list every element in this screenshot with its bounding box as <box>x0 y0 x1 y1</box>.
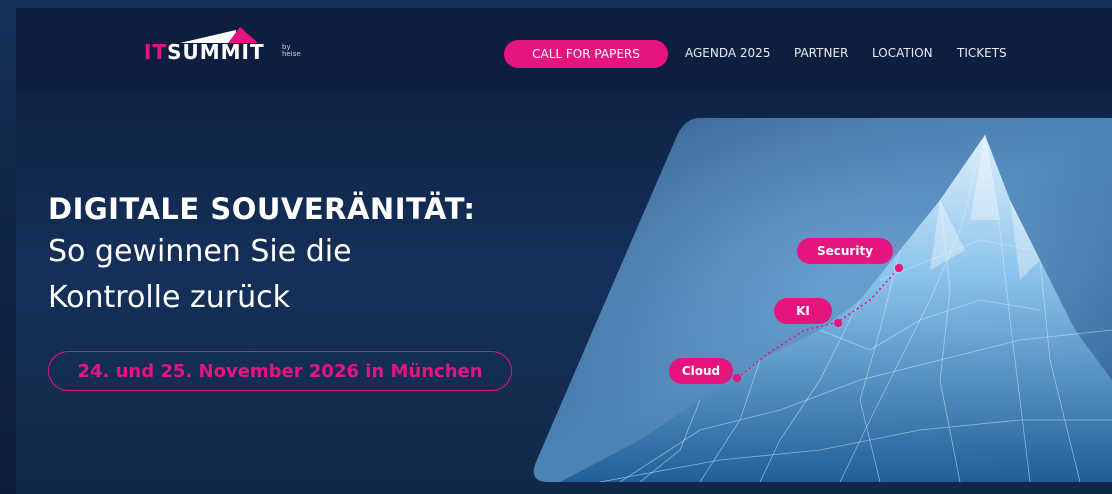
hero-headline: DIGITALE SOUVERÄNITÄT: <box>48 192 476 226</box>
event-date-pill: 24. und 25. November 2026 in München <box>48 351 512 391</box>
hero-subline-1: So gewinnen Sie die <box>48 234 352 269</box>
mountain-tag-ki: KI <box>774 298 832 324</box>
hero-subline-2: Kontrolle zurück <box>48 280 290 315</box>
mountain-tag-security: Security <box>797 238 893 264</box>
mountain-tag-cloud: Cloud <box>669 358 733 384</box>
